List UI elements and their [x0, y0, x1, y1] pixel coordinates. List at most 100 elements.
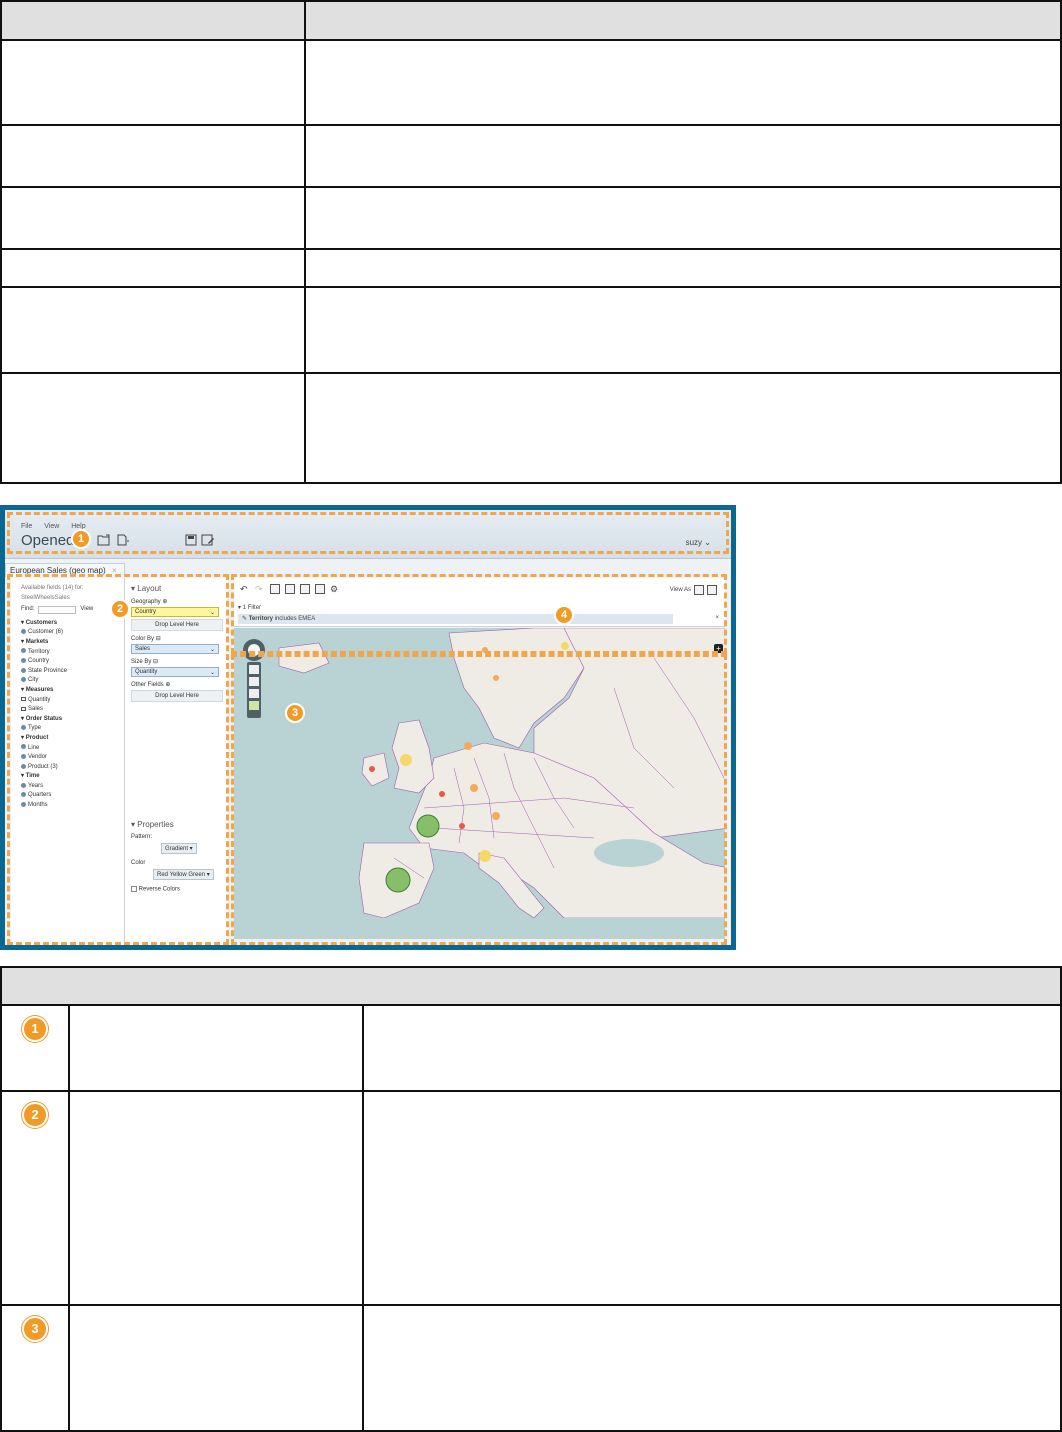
field-label: Customer (6)	[28, 629, 64, 636]
drop-zone-other[interactable]: Drop Level Here	[131, 690, 223, 702]
chart-view-icon[interactable]	[707, 585, 717, 595]
pattern-row: Gradient ▾	[161, 843, 214, 854]
geography-field[interactable]: Country ⌄	[131, 607, 219, 617]
field-item[interactable]: Type	[21, 724, 124, 734]
field-item[interactable]: City	[21, 676, 124, 686]
zoom-in-icon[interactable]	[249, 665, 259, 674]
save-icon[interactable]	[185, 534, 199, 546]
map-bubble[interactable]	[416, 814, 440, 838]
layout-panel-icon[interactable]	[270, 584, 280, 594]
table-row: 1	[0, 1004, 1062, 1092]
filter-close-icon[interactable]: ×	[715, 615, 719, 621]
filter-icon[interactable]	[300, 584, 310, 594]
color-by-field[interactable]: Sales ⌄	[131, 644, 219, 654]
map-bubble[interactable]	[464, 742, 472, 750]
menu-view[interactable]: View	[44, 523, 59, 530]
geo-map[interactable]: +	[234, 628, 725, 939]
table-cell	[304, 39, 1062, 126]
undo-icon[interactable]: ↶	[240, 584, 250, 594]
map-bubble[interactable]	[493, 675, 499, 681]
menu-file[interactable]: File	[21, 523, 32, 530]
pan-control-icon[interactable]	[242, 638, 266, 662]
export-icon[interactable]	[315, 584, 325, 594]
redo-icon[interactable]: ↷	[255, 584, 265, 594]
field-item[interactable]: Years	[21, 782, 124, 792]
map-bubble[interactable]	[470, 784, 478, 792]
field-group[interactable]: ▾ Customers	[21, 619, 124, 629]
field-item[interactable]: Quantity	[21, 696, 124, 706]
filter-item[interactable]: ✎ Territory includes EMEA	[238, 614, 673, 624]
report-tab[interactable]: European Sales (geo map) ×	[5, 563, 125, 577]
map-bubble[interactable]	[482, 647, 488, 653]
close-tab-icon[interactable]: ×	[112, 566, 117, 575]
field-group[interactable]: ▾ Markets	[21, 638, 124, 648]
properties-heading[interactable]: ▾ Properties	[131, 820, 214, 829]
table-view-icon[interactable]	[694, 585, 704, 595]
reverse-colors-row: Reverse Colors	[131, 886, 214, 893]
color-value: Red Yellow Green	[157, 872, 206, 878]
user-menu[interactable]: suzy ⌄	[686, 538, 711, 547]
field-group[interactable]: ▾ Order Status	[21, 715, 124, 725]
expand-icon[interactable]: +	[714, 644, 723, 653]
field-item[interactable]: State Province	[21, 667, 124, 677]
globe-icon: ⊕	[165, 682, 171, 688]
field-item[interactable]: Territory	[21, 648, 124, 658]
zoom-extent-icon[interactable]	[249, 689, 259, 698]
view-link[interactable]: View	[80, 605, 93, 615]
find-input[interactable]	[38, 605, 77, 614]
analyzer-screenshot: File View Help Opened suzy ⌄ European Sa	[0, 505, 736, 950]
table-cell	[68, 1004, 364, 1092]
badge-2: 2	[22, 1102, 48, 1128]
field-item[interactable]: Quarters	[21, 791, 124, 801]
drop-zone-geography[interactable]: Drop Level Here	[131, 619, 223, 631]
map-bubble[interactable]	[400, 754, 412, 766]
settings-icon[interactable]: ⚙	[330, 584, 340, 594]
map-bubble[interactable]	[439, 791, 445, 797]
field-group[interactable]: ▾ Measures	[21, 686, 124, 696]
field-group[interactable]: ▾ Time	[21, 772, 124, 782]
layout-heading[interactable]: ▾ Layout	[131, 584, 228, 593]
map-bubble[interactable]	[459, 823, 465, 829]
analyzer-window: File View Help Opened suzy ⌄ European Sa	[5, 510, 731, 945]
map-bubble[interactable]	[385, 867, 411, 893]
field-item[interactable]: Vendor	[21, 753, 124, 763]
badge-1: 1	[71, 529, 91, 549]
filter-condition: includes EMEA	[274, 616, 316, 622]
pattern-select[interactable]: Gradient ▾	[161, 843, 197, 854]
map-canvas	[234, 628, 725, 918]
table-cell	[68, 1304, 364, 1432]
badge-4: 4	[554, 605, 574, 625]
available-fields-panel: Available fields (14) for: SteelWheelsSa…	[11, 578, 125, 945]
field-group[interactable]: ▾ Product	[21, 734, 124, 744]
table-cell	[0, 124, 306, 188]
field-item[interactable]: Line	[21, 744, 124, 754]
size-by-field[interactable]: Quantity ⌄	[131, 667, 219, 677]
other-fields-label-text: Other Fields	[131, 682, 164, 688]
field-item[interactable]: Months	[21, 801, 124, 811]
field-item[interactable]: Customer (6)	[21, 628, 124, 638]
field-label: City	[28, 677, 39, 684]
field-item[interactable]: Product (3)	[21, 763, 124, 773]
filter-header[interactable]: ▾ 1 Filter	[238, 604, 261, 611]
measure-icon	[21, 696, 26, 701]
properties-section: ▾ Properties Pattern: Gradient ▾ Color R…	[131, 820, 214, 893]
map-bubble[interactable]	[369, 766, 375, 772]
zoom-out-icon[interactable]	[249, 677, 259, 686]
save-as-icon[interactable]	[201, 534, 215, 546]
table-cell	[0, 248, 306, 288]
user-name: suzy	[685, 538, 703, 547]
layers-icon[interactable]	[249, 701, 259, 710]
color-select[interactable]: Red Yellow Green ▾	[153, 869, 214, 880]
map-bubble[interactable]	[561, 642, 569, 650]
map-bubble[interactable]	[492, 812, 500, 820]
map-bubble[interactable]	[479, 850, 491, 862]
reverse-colors-checkbox[interactable]	[131, 886, 137, 892]
new-report-icon[interactable]	[116, 534, 130, 546]
zoom-controls	[247, 662, 261, 718]
field-label: Quarters	[28, 792, 52, 799]
field-list-icon[interactable]	[285, 584, 295, 594]
edit-icon[interactable]: ✎	[242, 616, 247, 622]
field-item[interactable]: Country	[21, 657, 124, 667]
open-folder-icon[interactable]	[97, 534, 111, 546]
field-item[interactable]: Sales	[21, 705, 124, 715]
